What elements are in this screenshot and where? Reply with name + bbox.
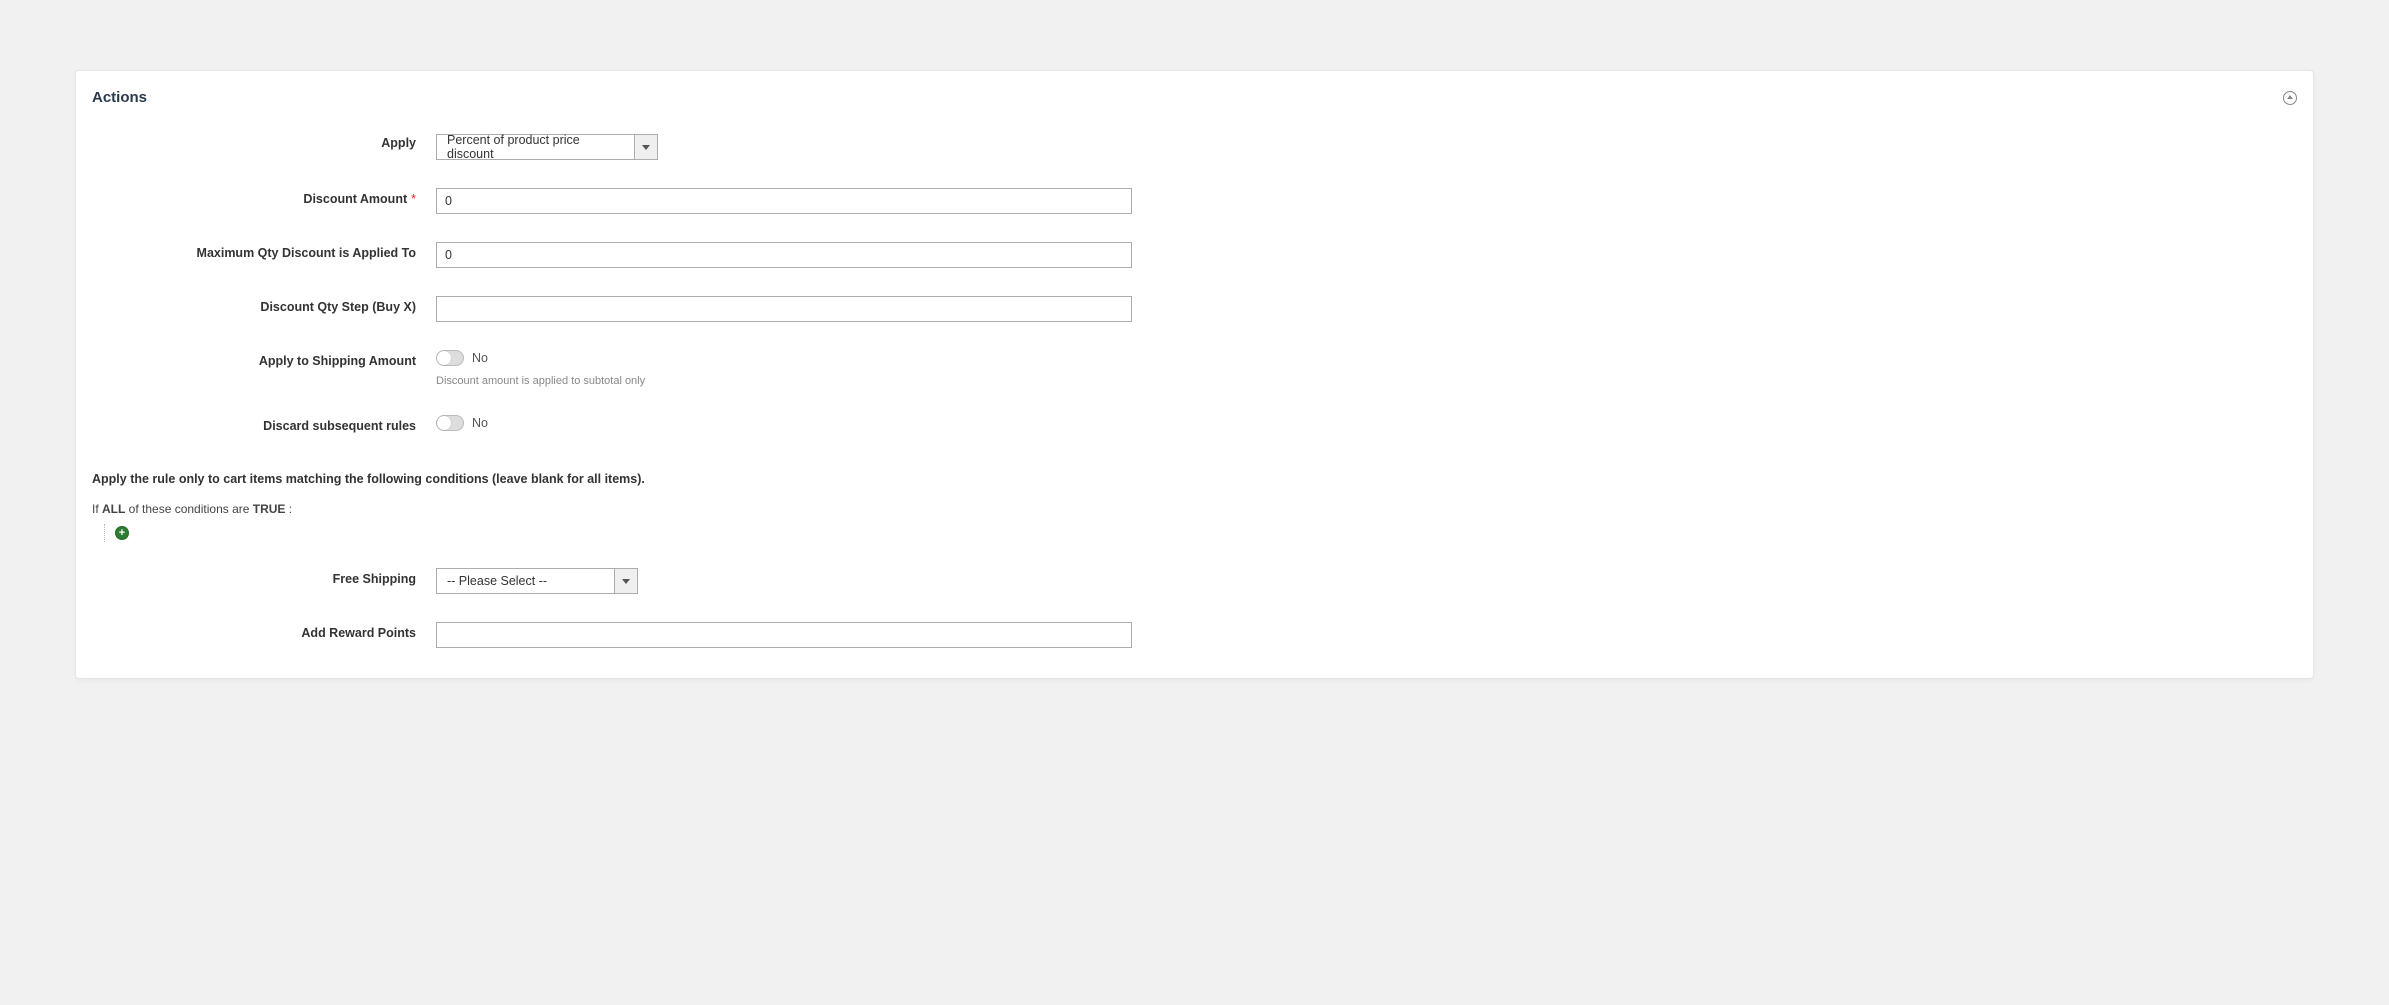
free-shipping-select[interactable]: -- Please Select -- xyxy=(436,568,638,594)
panel-header: Actions xyxy=(76,85,2313,126)
apply-select[interactable]: Percent of product price discount xyxy=(436,134,658,160)
toggle-knob xyxy=(437,351,451,365)
toggle-switch[interactable] xyxy=(436,350,464,366)
free-shipping-value: -- Please Select -- xyxy=(436,568,614,594)
chevron-down-icon[interactable] xyxy=(634,134,658,160)
discard-rules-toggle[interactable]: No xyxy=(436,415,488,431)
apply-shipping-hint: Discount amount is applied to subtotal o… xyxy=(436,375,1156,387)
panel-title: Actions xyxy=(92,89,147,106)
apply-shipping-value: No xyxy=(472,351,488,365)
chevron-down-icon[interactable] xyxy=(614,568,638,594)
collapse-icon[interactable] xyxy=(2283,91,2297,105)
cond-suffix: : xyxy=(285,502,292,516)
row-qty-step: Discount Qty Step (Buy X) xyxy=(76,290,2313,328)
max-qty-input[interactable] xyxy=(436,242,1132,268)
row-reward-points: Add Reward Points xyxy=(76,616,2313,654)
row-discard-rules: Discard subsequent rules No xyxy=(76,409,2313,440)
label-apply-shipping: Apply to Shipping Amount xyxy=(92,350,436,368)
label-discount-amount-text: Discount Amount xyxy=(303,192,407,206)
discard-rules-value: No xyxy=(472,416,488,430)
label-apply: Apply xyxy=(92,132,436,150)
row-max-qty: Maximum Qty Discount is Applied To xyxy=(76,236,2313,274)
required-asterisk: * xyxy=(411,192,416,206)
row-apply-shipping: Apply to Shipping Amount No Discount amo… xyxy=(76,344,2313,393)
label-discard-rules: Discard subsequent rules xyxy=(92,415,436,433)
cond-mid: of these conditions are xyxy=(125,502,252,516)
apply-select-value: Percent of product price discount xyxy=(436,134,634,160)
label-reward-points: Add Reward Points xyxy=(92,622,436,640)
row-discount-amount: Discount Amount * xyxy=(76,182,2313,220)
row-apply: Apply Percent of product price discount xyxy=(76,126,2313,166)
row-free-shipping: Free Shipping -- Please Select -- xyxy=(76,562,2313,600)
label-max-qty: Maximum Qty Discount is Applied To xyxy=(92,242,436,260)
conditions-tree xyxy=(76,522,2313,562)
label-qty-step: Discount Qty Step (Buy X) xyxy=(92,296,436,314)
cond-prefix: If xyxy=(92,502,102,516)
apply-shipping-toggle[interactable]: No xyxy=(436,350,488,366)
add-condition-icon[interactable] xyxy=(115,526,129,540)
label-discount-amount: Discount Amount * xyxy=(92,188,436,206)
toggle-knob xyxy=(437,416,451,430)
qty-step-input[interactable] xyxy=(436,296,1132,322)
actions-panel: Actions Apply Percent of product price d… xyxy=(75,70,2314,679)
cond-bool[interactable]: TRUE xyxy=(253,502,286,516)
toggle-switch[interactable] xyxy=(436,415,464,431)
discount-amount-input[interactable] xyxy=(436,188,1132,214)
reward-points-input[interactable] xyxy=(436,622,1132,648)
conditions-line: If ALL of these conditions are TRUE : xyxy=(76,498,2313,522)
label-free-shipping: Free Shipping xyxy=(92,568,436,586)
cond-quantifier[interactable]: ALL xyxy=(102,502,125,516)
conditions-instruction: Apply the rule only to cart items matchi… xyxy=(76,464,2313,498)
